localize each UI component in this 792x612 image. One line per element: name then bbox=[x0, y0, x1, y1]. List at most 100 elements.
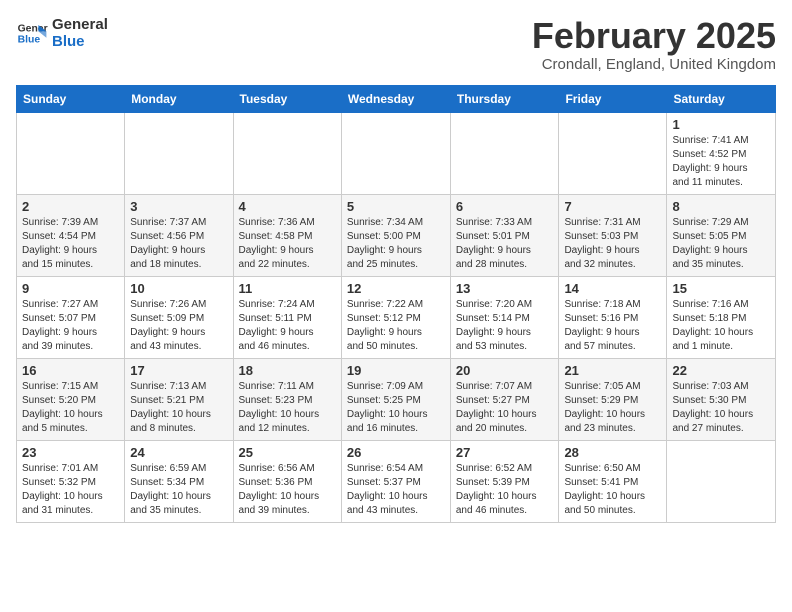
calendar-cell: 27 Sunrise: 6:52 AM Sunset: 5:39 PM Dayli… bbox=[450, 440, 559, 522]
calendar-cell bbox=[341, 112, 450, 194]
svg-text:Blue: Blue bbox=[18, 35, 41, 46]
day-number: 25 bbox=[239, 445, 336, 460]
calendar-cell bbox=[233, 112, 341, 194]
day-detail: Sunrise: 7:16 AM Sunset: 5:18 PM Dayligh… bbox=[672, 298, 770, 354]
calendar-cell bbox=[17, 112, 125, 194]
day-detail: Sunrise: 7:07 AM Sunset: 5:27 PM Dayligh… bbox=[456, 380, 554, 436]
day-number: 27 bbox=[456, 445, 554, 460]
weekday-header-row: SundayMondayTuesdayWednesdayThursdayFrid… bbox=[17, 85, 776, 112]
day-number: 20 bbox=[456, 363, 554, 378]
day-detail: Sunrise: 7:31 AM Sunset: 5:03 PM Dayligh… bbox=[564, 216, 661, 272]
day-number: 15 bbox=[672, 281, 770, 296]
calendar-cell: 25 Sunrise: 6:56 AM Sunset: 5:36 PM Dayli… bbox=[233, 440, 341, 522]
day-detail: Sunrise: 6:52 AM Sunset: 5:39 PM Dayligh… bbox=[456, 462, 554, 518]
day-detail: Sunrise: 7:09 AM Sunset: 5:25 PM Dayligh… bbox=[347, 380, 445, 436]
calendar-cell: 16 Sunrise: 7:15 AM Sunset: 5:20 PM Dayli… bbox=[17, 358, 125, 440]
calendar-cell: 14 Sunrise: 7:18 AM Sunset: 5:16 PM Dayli… bbox=[559, 276, 667, 358]
header: General Blue General Blue February 2025 … bbox=[16, 16, 776, 73]
day-detail: Sunrise: 7:39 AM Sunset: 4:54 PM Dayligh… bbox=[22, 216, 119, 272]
day-number: 7 bbox=[564, 199, 661, 214]
day-number: 18 bbox=[239, 363, 336, 378]
day-detail: Sunrise: 7:27 AM Sunset: 5:07 PM Dayligh… bbox=[22, 298, 119, 354]
day-number: 13 bbox=[456, 281, 554, 296]
day-number: 4 bbox=[239, 199, 336, 214]
weekday-header-saturday: Saturday bbox=[667, 85, 776, 112]
day-detail: Sunrise: 7:03 AM Sunset: 5:30 PM Dayligh… bbox=[672, 380, 770, 436]
calendar-cell: 4 Sunrise: 7:36 AM Sunset: 4:58 PM Daylig… bbox=[233, 194, 341, 276]
day-detail: Sunrise: 7:41 AM Sunset: 4:52 PM Dayligh… bbox=[672, 134, 770, 190]
day-number: 11 bbox=[239, 281, 336, 296]
logo-line2: Blue bbox=[52, 33, 108, 50]
calendar-cell: 3 Sunrise: 7:37 AM Sunset: 4:56 PM Daylig… bbox=[125, 194, 233, 276]
day-number: 23 bbox=[22, 445, 119, 460]
day-detail: Sunrise: 7:22 AM Sunset: 5:12 PM Dayligh… bbox=[347, 298, 445, 354]
calendar-cell: 19 Sunrise: 7:09 AM Sunset: 5:25 PM Dayli… bbox=[341, 358, 450, 440]
day-detail: Sunrise: 6:50 AM Sunset: 5:41 PM Dayligh… bbox=[564, 462, 661, 518]
day-number: 10 bbox=[130, 281, 227, 296]
week-row-1: 1 Sunrise: 7:41 AM Sunset: 4:52 PM Daylig… bbox=[17, 112, 776, 194]
day-number: 19 bbox=[347, 363, 445, 378]
day-number: 9 bbox=[22, 281, 119, 296]
week-row-2: 2 Sunrise: 7:39 AM Sunset: 4:54 PM Daylig… bbox=[17, 194, 776, 276]
weekday-header-thursday: Thursday bbox=[450, 85, 559, 112]
week-row-5: 23Sunrise: 7:01 AM Sunset: 5:32 PM Dayli… bbox=[17, 440, 776, 522]
day-number: 1 bbox=[672, 117, 770, 132]
title-area: February 2025 Crondall, England, United … bbox=[532, 16, 776, 73]
day-detail: Sunrise: 7:13 AM Sunset: 5:21 PM Dayligh… bbox=[130, 380, 227, 436]
week-row-3: 9 Sunrise: 7:27 AM Sunset: 5:07 PM Daylig… bbox=[17, 276, 776, 358]
day-detail: Sunrise: 7:18 AM Sunset: 5:16 PM Dayligh… bbox=[564, 298, 661, 354]
day-detail: Sunrise: 6:56 AM Sunset: 5:36 PM Dayligh… bbox=[239, 462, 336, 518]
calendar-cell: 17 Sunrise: 7:13 AM Sunset: 5:21 PM Dayli… bbox=[125, 358, 233, 440]
calendar-cell: 21 Sunrise: 7:05 AM Sunset: 5:29 PM Dayli… bbox=[559, 358, 667, 440]
day-number: 14 bbox=[564, 281, 661, 296]
calendar-cell: 24Sunrise: 6:59 AM Sunset: 5:34 PM Dayli… bbox=[125, 440, 233, 522]
day-number: 22 bbox=[672, 363, 770, 378]
calendar-cell: 28 Sunrise: 6:50 AM Sunset: 5:41 PM Dayli… bbox=[559, 440, 667, 522]
calendar-cell: 12 Sunrise: 7:22 AM Sunset: 5:12 PM Dayli… bbox=[341, 276, 450, 358]
calendar-subtitle: Crondall, England, United Kingdom bbox=[532, 56, 776, 73]
day-detail: Sunrise: 7:34 AM Sunset: 5:00 PM Dayligh… bbox=[347, 216, 445, 272]
calendar-cell: 23Sunrise: 7:01 AM Sunset: 5:32 PM Dayli… bbox=[17, 440, 125, 522]
calendar-cell: 13 Sunrise: 7:20 AM Sunset: 5:14 PM Dayli… bbox=[450, 276, 559, 358]
day-detail: Sunrise: 7:36 AM Sunset: 4:58 PM Dayligh… bbox=[239, 216, 336, 272]
day-number: 6 bbox=[456, 199, 554, 214]
day-detail: Sunrise: 7:33 AM Sunset: 5:01 PM Dayligh… bbox=[456, 216, 554, 272]
logo-icon: General Blue bbox=[16, 17, 48, 49]
calendar-title: February 2025 bbox=[532, 16, 776, 56]
week-row-4: 16 Sunrise: 7:15 AM Sunset: 5:20 PM Dayli… bbox=[17, 358, 776, 440]
day-number: 3 bbox=[130, 199, 227, 214]
calendar-cell: 26 Sunrise: 6:54 AM Sunset: 5:37 PM Dayli… bbox=[341, 440, 450, 522]
calendar-cell: 2 Sunrise: 7:39 AM Sunset: 4:54 PM Daylig… bbox=[17, 194, 125, 276]
calendar-cell bbox=[559, 112, 667, 194]
calendar-cell: 18 Sunrise: 7:11 AM Sunset: 5:23 PM Dayli… bbox=[233, 358, 341, 440]
day-number: 17 bbox=[130, 363, 227, 378]
day-detail: Sunrise: 7:05 AM Sunset: 5:29 PM Dayligh… bbox=[564, 380, 661, 436]
logo-line1: General bbox=[52, 16, 108, 33]
day-detail: Sunrise: 6:54 AM Sunset: 5:37 PM Dayligh… bbox=[347, 462, 445, 518]
weekday-header-friday: Friday bbox=[559, 85, 667, 112]
calendar-cell: 9 Sunrise: 7:27 AM Sunset: 5:07 PM Daylig… bbox=[17, 276, 125, 358]
day-detail: Sunrise: 7:24 AM Sunset: 5:11 PM Dayligh… bbox=[239, 298, 336, 354]
day-number: 5 bbox=[347, 199, 445, 214]
day-detail: Sunrise: 7:20 AM Sunset: 5:14 PM Dayligh… bbox=[456, 298, 554, 354]
calendar-cell: 1 Sunrise: 7:41 AM Sunset: 4:52 PM Daylig… bbox=[667, 112, 776, 194]
day-number: 16 bbox=[22, 363, 119, 378]
day-detail: Sunrise: 7:37 AM Sunset: 4:56 PM Dayligh… bbox=[130, 216, 227, 272]
day-number: 28 bbox=[564, 445, 661, 460]
day-detail: Sunrise: 7:11 AM Sunset: 5:23 PM Dayligh… bbox=[239, 380, 336, 436]
day-number: 8 bbox=[672, 199, 770, 214]
day-number: 21 bbox=[564, 363, 661, 378]
day-number: 2 bbox=[22, 199, 119, 214]
weekday-header-wednesday: Wednesday bbox=[341, 85, 450, 112]
calendar-cell: 6 Sunrise: 7:33 AM Sunset: 5:01 PM Daylig… bbox=[450, 194, 559, 276]
calendar-cell bbox=[450, 112, 559, 194]
weekday-header-tuesday: Tuesday bbox=[233, 85, 341, 112]
day-detail: Sunrise: 6:59 AM Sunset: 5:34 PM Dayligh… bbox=[130, 462, 227, 518]
calendar-cell bbox=[125, 112, 233, 194]
calendar-cell: 7 Sunrise: 7:31 AM Sunset: 5:03 PM Daylig… bbox=[559, 194, 667, 276]
day-number: 12 bbox=[347, 281, 445, 296]
day-number: 26 bbox=[347, 445, 445, 460]
calendar-cell: 22 Sunrise: 7:03 AM Sunset: 5:30 PM Dayli… bbox=[667, 358, 776, 440]
calendar-cell: 8Sunrise: 7:29 AM Sunset: 5:05 PM Daylig… bbox=[667, 194, 776, 276]
day-detail: Sunrise: 7:15 AM Sunset: 5:20 PM Dayligh… bbox=[22, 380, 119, 436]
